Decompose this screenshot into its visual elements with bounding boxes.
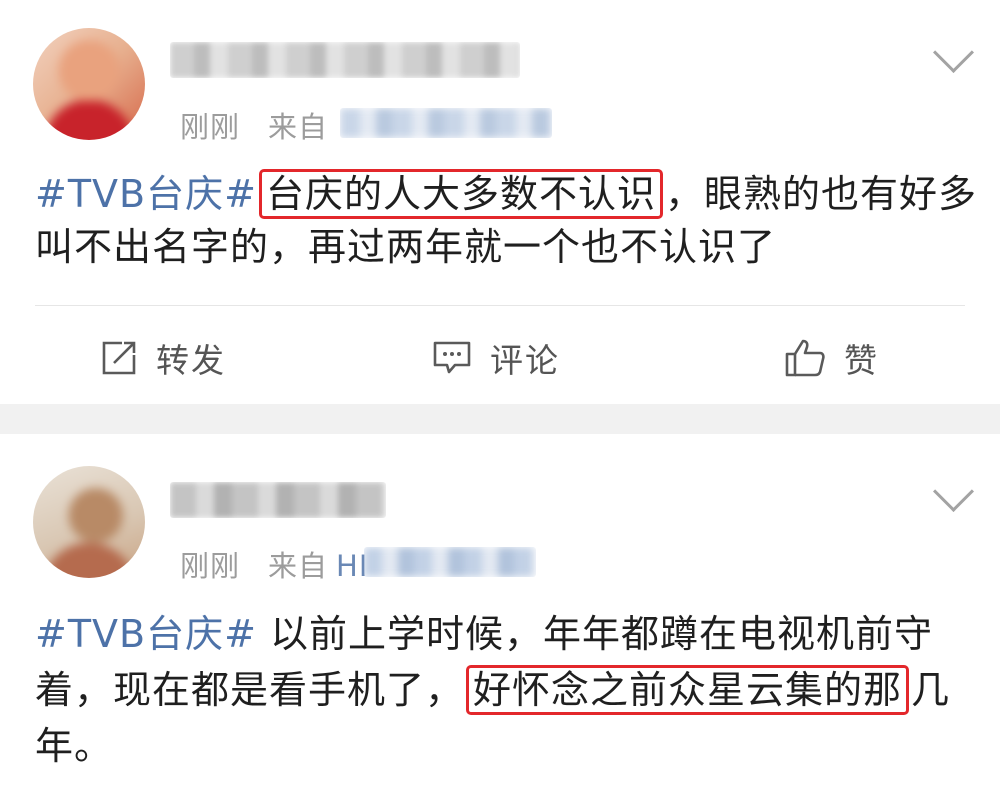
post-text: #TVB台庆# 以前上学时候，年年都蹲在电视机前守着，现在都是看手机了， 好怀念之… xyxy=(35,606,980,774)
source-blurred xyxy=(340,108,552,138)
username-blurred[interactable] xyxy=(170,482,386,518)
comment-button[interactable]: 评论 xyxy=(432,330,560,386)
highlighted-text: 好怀念之前众星云集的那 xyxy=(466,665,910,715)
user-avatar[interactable] xyxy=(33,28,145,140)
action-bar: 转发 评论 赞 xyxy=(0,330,1000,386)
repost-label: 转发 xyxy=(156,341,226,380)
like-button[interactable]: 赞 xyxy=(784,330,879,386)
repost-icon xyxy=(102,341,136,375)
like-label: 赞 xyxy=(844,341,879,380)
post-time: 刚刚 xyxy=(180,110,241,144)
highlighted-text: 台庆的人大多数不认识 xyxy=(258,169,663,219)
post-from-label: 来自 xyxy=(268,110,329,144)
post-text: #TVB台庆# 台庆的人大多数不认识 ，眼熟的也有好多叫不出名字的，再过两年就一个也… xyxy=(35,168,980,274)
post-separator xyxy=(0,404,1000,434)
post-meta: 刚刚 来自 HI xyxy=(180,543,368,585)
username-blurred[interactable] xyxy=(170,42,520,78)
hashtag-link[interactable]: #TVB台庆# xyxy=(35,612,257,656)
repost-button[interactable]: 转发 xyxy=(100,330,226,386)
divider xyxy=(35,305,965,306)
comment-icon xyxy=(433,341,471,374)
chevron-down-icon[interactable] xyxy=(932,31,975,74)
comment-label: 评论 xyxy=(490,341,560,380)
user-avatar[interactable] xyxy=(33,466,145,578)
source-blurred xyxy=(364,547,536,577)
post-meta: 刚刚 来自 xyxy=(180,104,336,146)
chevron-down-icon[interactable] xyxy=(932,470,975,513)
post-from-label: 来自 xyxy=(268,549,329,583)
hashtag-link[interactable]: #TVB台庆# xyxy=(35,172,257,216)
post-time: 刚刚 xyxy=(180,549,241,583)
thumbs-up-icon xyxy=(785,339,825,377)
weibo-post-1: 刚刚 来自 #TVB台庆# 台庆的人大多数不认识 ，眼熟的也有好多叫不出名字的，再过两… xyxy=(0,0,1000,404)
